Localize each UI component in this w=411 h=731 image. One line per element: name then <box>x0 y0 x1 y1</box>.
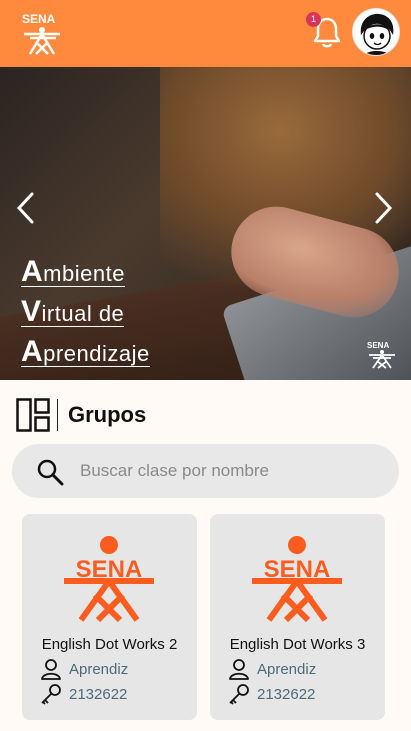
banner-line-3: Aprendizaje <box>21 333 150 373</box>
key-icon <box>41 684 61 705</box>
user-icon <box>229 659 249 680</box>
svg-text:SENA: SENA <box>22 12 56 26</box>
banner-line-3-cap: A <box>21 335 44 368</box>
svg-text:SENA: SENA <box>367 341 389 350</box>
carousel-prev-icon[interactable] <box>14 191 36 225</box>
search-bar[interactable] <box>12 444 399 498</box>
user-icon <box>41 659 61 680</box>
sena-watermark-icon: SENA <box>367 341 395 369</box>
app-header: SENA 1 <box>0 0 411 67</box>
group-role-label: Aprendiz <box>257 660 317 678</box>
group-role: Aprendiz <box>40 658 128 680</box>
dashboard-grid-icon <box>16 398 50 432</box>
notification-badge: 1 <box>306 12 321 27</box>
group-role-label: Aprendiz <box>69 660 129 678</box>
carousel-next-icon[interactable] <box>373 191 395 225</box>
group-code: 2132622 <box>228 683 315 705</box>
sena-logo-icon: SENA <box>252 536 342 623</box>
banner-line-1: Ambiente <box>21 253 150 293</box>
sena-logo-icon[interactable]: SENA <box>18 10 68 56</box>
key-icon <box>229 684 249 705</box>
group-role: Aprendiz <box>228 658 316 680</box>
group-code-label: 2132622 <box>257 685 316 703</box>
banner-line-3-text: prendizaje <box>43 341 150 366</box>
hero-carousel: Ambiente Virtual de Aprendizaje SENA <box>0 67 411 380</box>
group-name: English Dot Works 2 <box>41 636 178 653</box>
banner-title: Ambiente Virtual de Aprendizaje <box>21 253 150 373</box>
group-card[interactable]: SENA English Dot Works 2 Aprendiz 213262… <box>22 514 197 720</box>
group-card[interactable]: SENA English Dot Works 3 Aprendiz 213262… <box>210 514 385 720</box>
banner-line-1-text: mbiente <box>43 261 125 286</box>
avatar-illustration-icon <box>360 13 394 55</box>
section-divider <box>57 399 58 431</box>
group-name: English Dot Works 3 <box>229 636 366 653</box>
groups-section-header: Grupos <box>16 398 146 432</box>
group-code: 2132622 <box>40 683 127 705</box>
user-avatar[interactable] <box>352 8 400 56</box>
search-input[interactable] <box>80 444 380 498</box>
banner-line-1-cap: A <box>21 255 44 288</box>
banner-line-2-text: irtual de <box>41 301 125 326</box>
banner-line-2-cap: V <box>21 295 42 328</box>
section-title: Grupos <box>68 402 147 427</box>
sena-logo-icon: SENA <box>64 536 154 623</box>
group-code-label: 2132622 <box>69 685 128 703</box>
search-icon[interactable] <box>36 458 64 486</box>
banner-line-2: Virtual de <box>21 293 150 333</box>
